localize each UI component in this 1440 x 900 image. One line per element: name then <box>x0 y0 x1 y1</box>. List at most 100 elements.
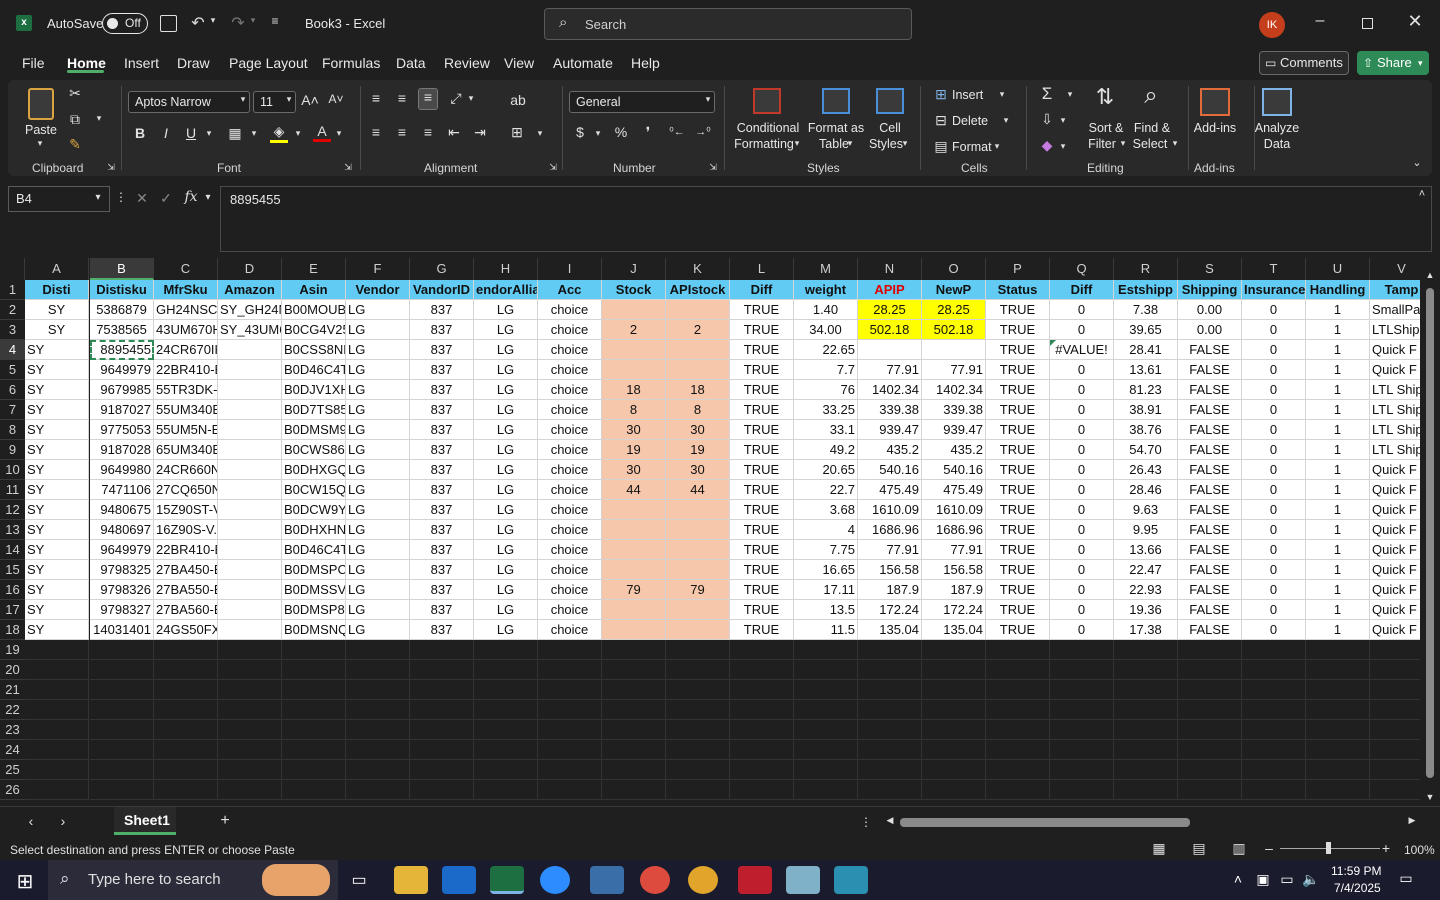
cell-J4[interactable] <box>602 340 666 360</box>
cell-Q7[interactable]: 0 <box>1050 400 1114 420</box>
cell-O12[interactable]: 1610.09 <box>922 500 986 520</box>
number-format-select[interactable]: General <box>569 91 715 113</box>
add-sheet-icon[interactable]: + <box>216 812 234 830</box>
cell-T16[interactable]: 0 <box>1242 580 1306 600</box>
row-header-5[interactable]: 5 <box>0 360 25 380</box>
alignment-launcher-icon[interactable]: ⇲ <box>548 162 558 173</box>
cell-U9[interactable]: 1 <box>1306 440 1370 460</box>
cell-H23[interactable] <box>474 720 538 740</box>
zoom-slider-thumb[interactable] <box>1326 842 1331 854</box>
cell-L24[interactable] <box>730 740 794 760</box>
cell-K7[interactable]: 8 <box>666 400 730 420</box>
cell-S18[interactable]: FALSE <box>1178 620 1242 640</box>
cell-T12[interactable]: 0 <box>1242 500 1306 520</box>
cell-U2[interactable]: 1 <box>1306 300 1370 320</box>
cell-K16[interactable]: 79 <box>666 580 730 600</box>
cell-V26[interactable] <box>1370 780 1420 800</box>
cell-I2[interactable]: choice <box>538 300 602 320</box>
cell-J18[interactable] <box>602 620 666 640</box>
cell-R18[interactable]: 17.38 <box>1114 620 1178 640</box>
cell-I21[interactable] <box>538 680 602 700</box>
cell-R23[interactable] <box>1114 720 1178 740</box>
cell-E8[interactable]: B0DMSM9 <box>282 420 346 440</box>
cell-F6[interactable]: LG <box>346 380 410 400</box>
row-header-2[interactable]: 2 <box>0 300 25 320</box>
cell-J14[interactable] <box>602 540 666 560</box>
cell-O14[interactable]: 77.91 <box>922 540 986 560</box>
chevron-down-icon[interactable]: ▾ <box>992 141 1002 152</box>
find-select-label-1[interactable]: Find & <box>1130 120 1174 136</box>
cell-P12[interactable]: TRUE <box>986 500 1050 520</box>
cell-K8[interactable]: 30 <box>666 420 730 440</box>
column-header-H[interactable]: H <box>474 258 538 280</box>
column-header-A[interactable]: A <box>25 258 89 280</box>
cell-O20[interactable] <box>922 660 986 680</box>
cell-E3[interactable]: B0CG4V25 <box>282 320 346 340</box>
cell-H25[interactable] <box>474 760 538 780</box>
undo-icon[interactable]: ↶ <box>188 13 208 33</box>
cell-S11[interactable]: FALSE <box>1178 480 1242 500</box>
page-break-view-icon[interactable]: ▥ <box>1231 840 1247 857</box>
row-header-22[interactable]: 22 <box>0 700 25 720</box>
cell-C2[interactable]: GH24NSC0 <box>154 300 218 320</box>
paste-dropdown-icon[interactable]: ▾ <box>35 138 45 149</box>
cell-V23[interactable] <box>1370 720 1420 740</box>
redo-icon[interactable]: ↷ <box>228 13 248 33</box>
cell-J8[interactable]: 30 <box>602 420 666 440</box>
cell-N12[interactable]: 1610.09 <box>858 500 922 520</box>
row-header-4[interactable]: 4 <box>0 340 25 360</box>
cell-H17[interactable]: LG <box>474 600 538 620</box>
row-header-7[interactable]: 7 <box>0 400 25 420</box>
copy-icon[interactable]: ⧉ <box>66 111 84 128</box>
cell-P26[interactable] <box>986 780 1050 800</box>
cell-D7[interactable] <box>218 400 282 420</box>
restore-icon[interactable] <box>1362 18 1373 29</box>
cell-G21[interactable] <box>410 680 474 700</box>
cell-B8[interactable]: 9775053 <box>90 420 154 440</box>
row-header-9[interactable]: 9 <box>0 440 25 460</box>
cell-S13[interactable]: FALSE <box>1178 520 1242 540</box>
cell-V5[interactable]: Quick F <box>1370 360 1420 380</box>
cell-G1[interactable]: VandorID <box>410 280 474 300</box>
cell-I15[interactable]: choice <box>538 560 602 580</box>
cell-B7[interactable]: 9187027 <box>90 400 154 420</box>
cell-C26[interactable] <box>154 780 218 800</box>
cell-I22[interactable] <box>538 700 602 720</box>
cell-P24[interactable] <box>986 740 1050 760</box>
cell-N13[interactable]: 1686.96 <box>858 520 922 540</box>
format-as-table-label-1[interactable]: Format as <box>806 120 866 136</box>
cell-Q5[interactable]: 0 <box>1050 360 1114 380</box>
cell-L10[interactable]: TRUE <box>730 460 794 480</box>
zoom-out-icon[interactable]: – <box>1263 840 1275 856</box>
font-color-dropdown-icon[interactable]: ▾ <box>334 128 344 139</box>
cell-S21[interactable] <box>1178 680 1242 700</box>
minimize-icon[interactable]: – <box>1310 12 1330 30</box>
format-as-table-icon[interactable] <box>822 88 850 114</box>
cell-T23[interactable] <box>1242 720 1306 740</box>
cell-B23[interactable] <box>90 720 154 740</box>
row-header-17[interactable]: 17 <box>0 600 25 620</box>
cell-A7[interactable]: SY <box>25 400 89 420</box>
cell-P15[interactable]: TRUE <box>986 560 1050 580</box>
cell-H12[interactable]: LG <box>474 500 538 520</box>
cell-O26[interactable] <box>922 780 986 800</box>
cell-D11[interactable] <box>218 480 282 500</box>
cell-P19[interactable] <box>986 640 1050 660</box>
cell-R7[interactable]: 38.91 <box>1114 400 1178 420</box>
number-launcher-icon[interactable]: ⇲ <box>708 162 718 173</box>
cell-Q6[interactable]: 0 <box>1050 380 1114 400</box>
bold-icon[interactable]: B <box>132 125 148 141</box>
cell-L8[interactable]: TRUE <box>730 420 794 440</box>
row-header-16[interactable]: 16 <box>0 580 25 600</box>
cell-Q15[interactable]: 0 <box>1050 560 1114 580</box>
orientation-dropdown-icon[interactable]: ▾ <box>466 93 476 104</box>
row-header-11[interactable]: 11 <box>0 480 25 500</box>
cell-I17[interactable]: choice <box>538 600 602 620</box>
cell-F9[interactable]: LG <box>346 440 410 460</box>
cell-J7[interactable]: 8 <box>602 400 666 420</box>
cell-V25[interactable] <box>1370 760 1420 780</box>
cell-T9[interactable]: 0 <box>1242 440 1306 460</box>
column-header-D[interactable]: D <box>218 258 282 280</box>
cell-P22[interactable] <box>986 700 1050 720</box>
cell-M8[interactable]: 33.1 <box>794 420 858 440</box>
